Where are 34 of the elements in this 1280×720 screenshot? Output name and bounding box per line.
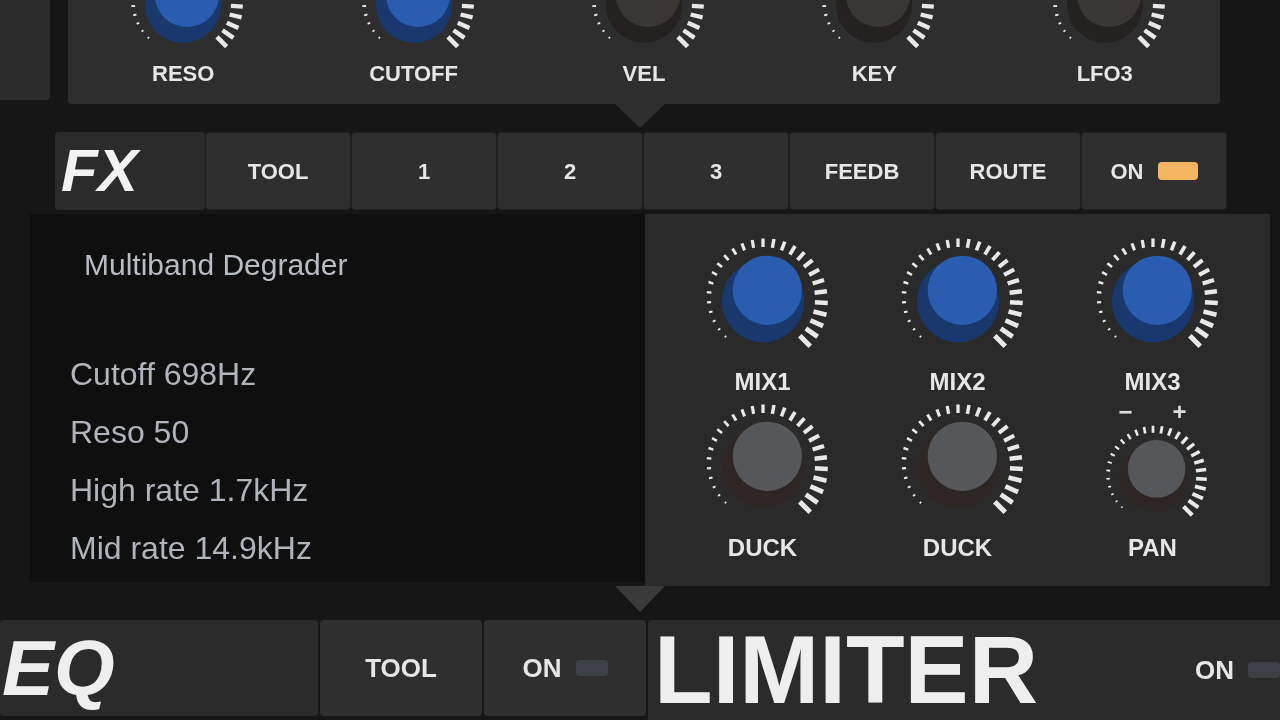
power-button[interactable]: ON <box>484 620 646 716</box>
knob-label: KEY <box>851 60 897 88</box>
fx-tab[interactable]: 2 <box>497 132 643 210</box>
display-line: Mid rate 14.9kHz <box>70 529 313 568</box>
knob-label: PAN <box>1128 533 1177 563</box>
fx-tab[interactable]: 1 <box>351 132 497 210</box>
power-button[interactable]: ON <box>1195 630 1280 710</box>
tool-button[interactable]: TOOL <box>320 620 482 716</box>
knob-label: DUCK <box>727 533 798 563</box>
scale-mark: + <box>1172 400 1187 424</box>
section-title: EQ <box>0 620 318 716</box>
power-button[interactable]: ON <box>1081 132 1227 210</box>
knob-label: MIX2 <box>929 367 986 397</box>
button-label: ON <box>1195 653 1234 687</box>
display-title: Multiband Degrader <box>84 247 349 283</box>
fx-tab[interactable]: ROUTE <box>935 132 1081 210</box>
knob-label: DUCK <box>922 533 993 563</box>
knob-label: RESO <box>152 60 215 88</box>
button-label: ON <box>1110 157 1144 186</box>
knob-label: CUTOFF <box>369 60 458 88</box>
knob-label: MIX1 <box>734 367 791 397</box>
knob-label: VEL <box>622 60 666 88</box>
knob-label: LFO3 <box>1076 60 1133 88</box>
knob-label: MIX3 <box>1124 367 1181 397</box>
fx-tab[interactable]: 3 <box>643 132 789 210</box>
section-title: FX <box>55 132 205 210</box>
display-line: High rate 1.7kHz <box>70 471 310 510</box>
section-title: LIMITER <box>654 622 1038 718</box>
scale-mark: − <box>1118 400 1133 424</box>
button-label: ON <box>522 651 562 685</box>
fx-tab[interactable]: TOOL <box>205 132 351 210</box>
fx-tab[interactable]: FEEDB <box>789 132 935 210</box>
display-line: Cutoff 698Hz <box>70 355 258 394</box>
display-line: Reso 50 <box>70 413 191 452</box>
